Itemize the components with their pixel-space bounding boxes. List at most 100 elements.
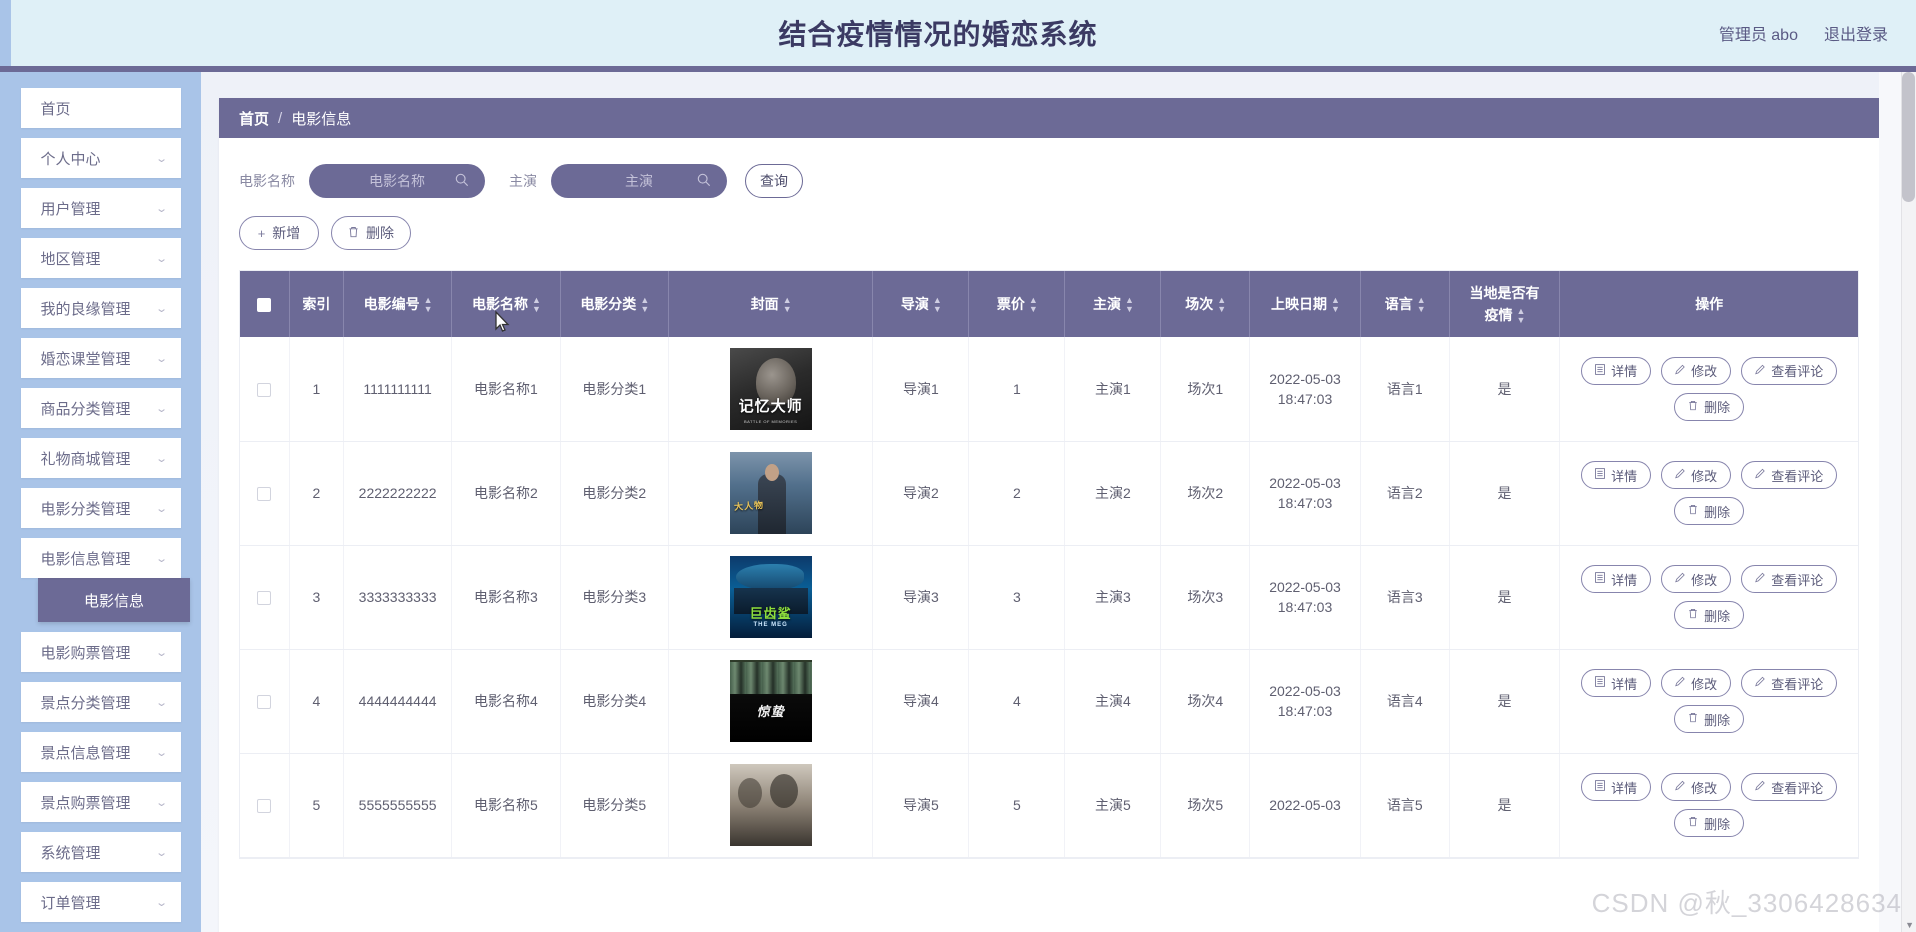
sidebar-item-8[interactable]: 电影分类管理 ⌄ xyxy=(20,488,181,528)
column-header-epidemic[interactable]: 当地是否有 疫情 ▲ ▼ xyxy=(1449,271,1561,337)
op-button-2[interactable]: 查看评论 xyxy=(1741,565,1838,593)
document-icon xyxy=(1595,780,1606,794)
breadcrumb-home[interactable]: 首页 xyxy=(239,108,269,129)
column-header-7[interactable]: 票价 ▲ ▼ xyxy=(968,271,1066,337)
add-button-label: 新增 xyxy=(272,225,301,241)
op-button-0[interactable]: 详情 xyxy=(1581,461,1652,489)
row-checkbox[interactable] xyxy=(257,382,272,397)
sidebar-submenu-active[interactable]: 电影信息 xyxy=(38,578,190,622)
sidebar-item-0[interactable]: 首页 xyxy=(20,88,181,128)
column-header-2[interactable]: 电影编号 ▲ ▼ xyxy=(343,271,453,337)
op-button-1[interactable]: 修改 xyxy=(1661,461,1732,489)
column-header-10[interactable]: 上映日期 ▲ ▼ xyxy=(1249,271,1361,337)
sidebar-item-13[interactable]: 景点购票管理 ⌄ xyxy=(20,782,181,822)
delete-button[interactable]: 删除 xyxy=(331,216,411,250)
sidebar-item-10[interactable]: 电影购票管理 ⌄ xyxy=(20,632,181,672)
cell-session: 场次2 xyxy=(1160,441,1251,546)
sidebar-item-label: 订单管理 xyxy=(40,894,101,912)
op-button-3[interactable]: 删除 xyxy=(1674,497,1745,525)
op-button-1[interactable]: 修改 xyxy=(1661,669,1732,697)
op-button-3[interactable]: 删除 xyxy=(1674,809,1745,837)
op-button-2[interactable]: 查看评论 xyxy=(1741,461,1838,489)
query-button[interactable]: 查询 xyxy=(745,164,803,198)
op-button-2[interactable]: 查看评论 xyxy=(1741,356,1838,385)
op-button-3[interactable]: 删除 xyxy=(1674,392,1745,421)
sort-toggle-icon[interactable]: ▲ ▼ xyxy=(1029,296,1038,314)
logout-link[interactable]: 退出登录 xyxy=(1824,21,1888,45)
cell-language: 语言2 xyxy=(1360,441,1450,546)
sort-toggle-icon[interactable]: ▲ ▼ xyxy=(1125,296,1134,314)
add-button[interactable]: + 新增 xyxy=(239,216,319,250)
cell-language: 语言4 xyxy=(1360,649,1450,754)
sidebar-item-1[interactable]: 个人中心 ⌄ xyxy=(20,138,181,178)
op-button-1[interactable]: 修改 xyxy=(1661,773,1732,801)
column-header-3[interactable]: 电影名称 ▲ ▼ xyxy=(451,271,561,337)
op-button-3[interactable]: 删除 xyxy=(1674,705,1745,733)
column-header-label: 操作 xyxy=(1695,296,1724,312)
op-button-2[interactable]: 查看评论 xyxy=(1741,669,1838,697)
column-header-4[interactable]: 电影分类 ▲ ▼ xyxy=(560,271,669,337)
sidebar-item-7[interactable]: 礼物商城管理 ⌄ xyxy=(20,438,181,478)
op-button-1[interactable]: 修改 xyxy=(1661,565,1732,593)
sidebar-item-4[interactable]: 我的良缘管理 ⌄ xyxy=(20,288,181,328)
sort-toggle-icon[interactable]: ▲ ▼ xyxy=(783,296,792,314)
column-header-11[interactable]: 语言 ▲ ▼ xyxy=(1360,271,1450,337)
sidebar-item-label: 景点购票管理 xyxy=(40,794,131,812)
column-header-6[interactable]: 导演 ▲ ▼ xyxy=(872,271,970,337)
sort-toggle-icon[interactable]: ▲ ▼ xyxy=(640,296,649,314)
sidebar-item-14[interactable]: 系统管理 ⌄ xyxy=(20,832,181,872)
op-button-0[interactable]: 详情 xyxy=(1581,565,1652,593)
op-button-0[interactable]: 详情 xyxy=(1581,669,1652,697)
release-date-day: 2022-05-03 xyxy=(1269,797,1341,813)
chevron-down-icon: ⌄ xyxy=(155,152,169,165)
sort-toggle-icon[interactable]: ▲ ▼ xyxy=(1517,307,1526,325)
select-all-checkbox[interactable] xyxy=(257,298,272,313)
cell-movie-name: 电影名称3 xyxy=(451,545,561,650)
sidebar-item-12[interactable]: 景点信息管理 ⌄ xyxy=(20,732,181,772)
scroll-down-arrow-icon[interactable]: ▼ xyxy=(1905,920,1914,930)
chevron-down-icon: ⌄ xyxy=(155,502,169,515)
sidebar-item-2[interactable]: 用户管理 ⌄ xyxy=(20,188,181,228)
op-button-label: 查看评论 xyxy=(1771,780,1824,796)
column-header-5[interactable]: 封面 ▲ ▼ xyxy=(668,271,874,337)
sort-toggle-icon[interactable]: ▲ ▼ xyxy=(424,296,433,314)
sidebar-item-9[interactable]: 电影信息管理 ⌄ xyxy=(20,538,181,578)
row-index: 4 xyxy=(289,649,344,754)
movie-poster-image: 记忆大师 BATTLE OF MEMORIES xyxy=(729,347,812,430)
sidebar-item-11[interactable]: 景点分类管理 ⌄ xyxy=(20,682,181,722)
sidebar-item-3[interactable]: 地区管理 ⌄ xyxy=(20,238,181,278)
chevron-down-icon: ⌄ xyxy=(155,352,169,365)
op-button-1[interactable]: 修改 xyxy=(1661,356,1732,385)
sort-toggle-icon[interactable]: ▲ ▼ xyxy=(933,296,942,314)
sort-toggle-icon[interactable]: ▲ ▼ xyxy=(1217,296,1226,314)
sort-toggle-icon[interactable]: ▲ ▼ xyxy=(532,296,541,314)
page-scrollbar[interactable]: ▼ xyxy=(1901,72,1916,932)
op-button-3[interactable]: 删除 xyxy=(1674,601,1745,629)
operation-button-group: 详情 修改 查看评论删除 xyxy=(1564,356,1854,421)
row-checkbox[interactable] xyxy=(257,487,272,502)
actor-input[interactable]: 主演 xyxy=(551,164,727,198)
poster-title: 记忆大师 xyxy=(738,397,803,415)
sidebar-item-6[interactable]: 商品分类管理 ⌄ xyxy=(20,388,181,428)
column-header-8[interactable]: 主演 ▲ ▼ xyxy=(1064,271,1162,337)
sort-toggle-icon[interactable]: ▲ ▼ xyxy=(1331,296,1340,314)
op-button-0[interactable]: 详情 xyxy=(1581,773,1652,801)
sidebar-item-15[interactable]: 订单管理 ⌄ xyxy=(20,882,181,922)
sidebar-item-5[interactable]: 婚恋课堂管理 ⌄ xyxy=(20,338,181,378)
poster-title: 大人物 xyxy=(733,499,765,513)
sort-toggle-icon[interactable]: ▲ ▼ xyxy=(1417,296,1426,314)
row-checkbox[interactable] xyxy=(257,591,272,606)
scrollbar-thumb[interactable] xyxy=(1902,72,1915,202)
row-index: 1 xyxy=(289,337,344,442)
movie-name-input[interactable]: 电影名称 xyxy=(309,164,485,198)
row-checkbox[interactable] xyxy=(257,695,272,710)
row-checkbox[interactable] xyxy=(257,799,272,814)
op-button-label: 删除 xyxy=(1704,504,1731,520)
cell-session: 场次4 xyxy=(1160,649,1251,754)
op-button-2[interactable]: 查看评论 xyxy=(1741,773,1838,801)
op-button-0[interactable]: 详情 xyxy=(1581,356,1652,385)
poster-subtitle: BATTLE OF MEMORIES xyxy=(743,418,798,424)
sidebar-item-label: 地区管理 xyxy=(40,250,101,268)
column-header-9[interactable]: 场次 ▲ ▼ xyxy=(1160,271,1251,337)
op-button-label: 详情 xyxy=(1611,572,1638,588)
